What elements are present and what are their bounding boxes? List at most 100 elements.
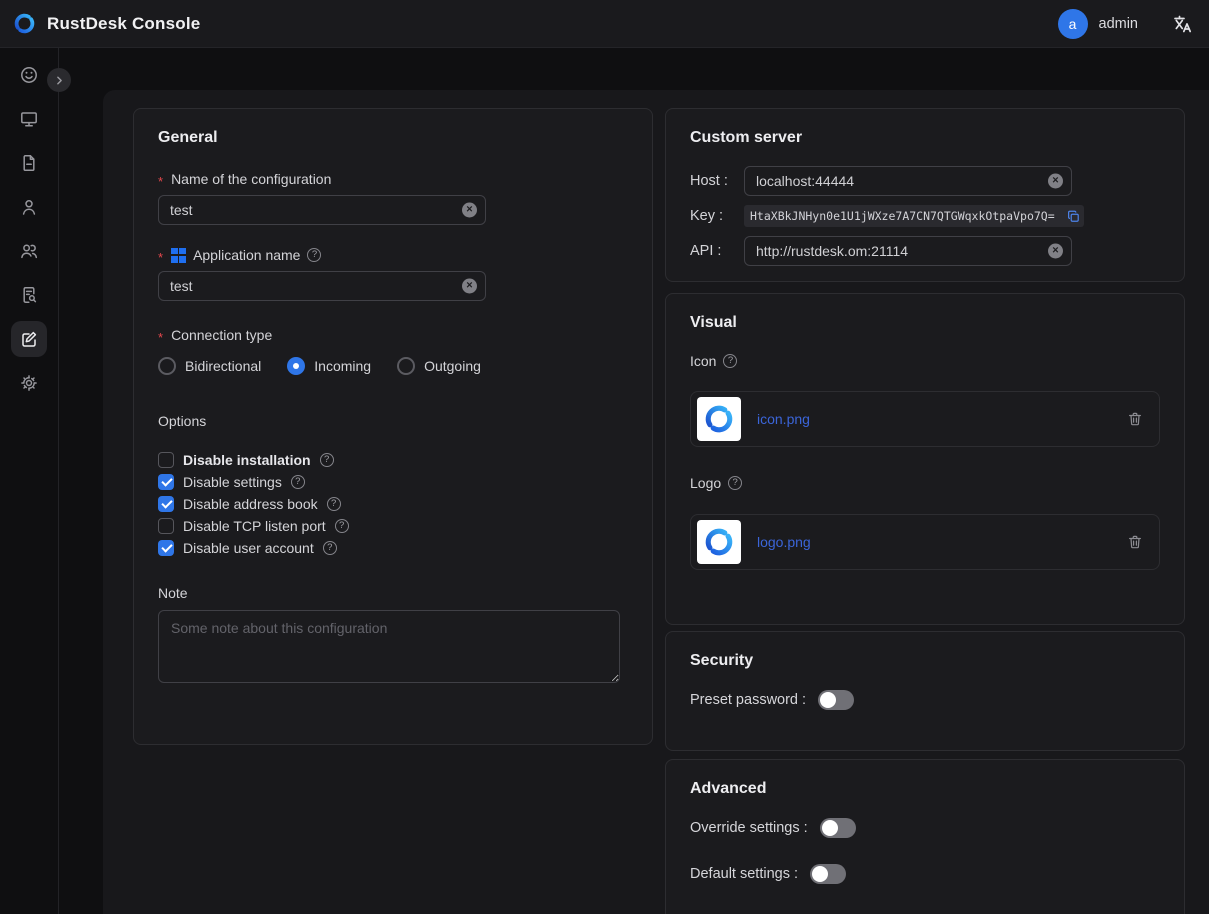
main-panel: General Name of the configuration Applic… — [103, 90, 1209, 914]
visual-card: Visual Icon icon.png Logo — [665, 293, 1185, 625]
clear-icon[interactable] — [462, 279, 477, 294]
option-disable-user-account[interactable]: Disable user account — [158, 537, 628, 559]
sidebar-item-groups[interactable] — [11, 233, 47, 269]
advanced-title: Advanced — [690, 780, 1160, 798]
radio-bidirectional[interactable]: Bidirectional — [158, 357, 261, 375]
trash-icon[interactable] — [1127, 411, 1143, 427]
host-field — [744, 166, 1072, 196]
sidebar-item-documents[interactable] — [11, 145, 47, 181]
trash-icon[interactable] — [1127, 534, 1143, 550]
preset-password-toggle[interactable] — [818, 690, 854, 710]
application-name-input[interactable] — [170, 278, 457, 294]
edit-icon — [19, 329, 39, 349]
checkbox-icon[interactable] — [158, 540, 174, 556]
api-field — [744, 236, 1072, 266]
sidebar-item-settings[interactable] — [11, 365, 47, 401]
topbar: RustDesk Console a admin — [0, 0, 1209, 48]
windows-icon — [171, 248, 186, 263]
override-settings-row: Override settings : — [690, 816, 1160, 840]
help-icon[interactable] — [320, 453, 334, 467]
connection-type-options: Bidirectional Incoming Outgoing — [158, 355, 628, 377]
clear-icon[interactable] — [1048, 174, 1063, 189]
help-icon[interactable] — [723, 354, 737, 368]
checkbox-icon[interactable] — [158, 518, 174, 534]
clear-icon[interactable] — [1048, 244, 1063, 259]
brand: RustDesk Console — [12, 11, 200, 36]
icon-label: Icon — [690, 353, 1160, 369]
general-title: General — [158, 129, 628, 147]
config-name-field — [158, 195, 486, 225]
host-label: Host : — [690, 173, 744, 189]
app-title: RustDesk Console — [47, 14, 200, 34]
logo-file-box: logo.png — [690, 514, 1160, 570]
sidebar-item-audit[interactable] — [11, 277, 47, 313]
radio-incoming[interactable]: Incoming — [287, 357, 371, 375]
checkbox-icon[interactable] — [158, 496, 174, 512]
help-icon[interactable] — [728, 476, 742, 490]
option-disable-installation[interactable]: Disable installation — [158, 449, 628, 471]
avatar[interactable]: a — [1058, 9, 1088, 39]
help-icon[interactable] — [291, 475, 305, 489]
default-settings-row: Default settings : — [690, 862, 1160, 886]
config-name-label: Name of the configuration — [158, 171, 628, 187]
file-search-icon — [19, 285, 39, 305]
host-row: Host : — [690, 166, 1160, 196]
logo-label: Logo — [690, 475, 1160, 491]
application-name-field — [158, 271, 486, 301]
custom-server-card: Custom server Host : Key : HtaXBkJNHyn0e… — [665, 108, 1185, 282]
sidebar — [0, 48, 59, 914]
radio-icon[interactable] — [287, 357, 305, 375]
help-icon[interactable] — [323, 541, 337, 555]
api-input[interactable] — [756, 243, 1043, 259]
user-icon — [19, 197, 39, 217]
option-disable-tcp-listen-port[interactable]: Disable TCP listen port — [158, 515, 628, 537]
preset-password-row: Preset password : — [690, 688, 1160, 712]
general-card: General Name of the configuration Applic… — [133, 108, 653, 745]
translate-icon[interactable] — [1171, 13, 1193, 35]
option-disable-address-book[interactable]: Disable address book — [158, 493, 628, 515]
override-settings-label: Override settings : — [690, 820, 808, 836]
monitor-icon — [19, 109, 39, 129]
host-input[interactable] — [756, 173, 1043, 189]
note-label: Note — [158, 585, 628, 601]
sidebar-item-devices[interactable] — [11, 101, 47, 137]
key-value: HtaXBkJNHyn0e1U1jWXze7A7CN7QTGWqxkOtpaVp… — [750, 209, 1063, 223]
sidebar-collapse-button[interactable] — [47, 68, 71, 92]
help-icon[interactable] — [335, 519, 349, 533]
default-settings-toggle[interactable] — [810, 864, 846, 884]
logo-file-link[interactable]: logo.png — [757, 534, 811, 550]
key-field[interactable]: HtaXBkJNHyn0e1U1jWXze7A7CN7QTGWqxkOtpaVp… — [744, 205, 1084, 227]
icon-preview — [697, 397, 741, 441]
icon-file-box: icon.png — [690, 391, 1160, 447]
radio-icon[interactable] — [397, 357, 415, 375]
key-label: Key : — [690, 208, 744, 224]
key-row: Key : HtaXBkJNHyn0e1U1jWXze7A7CN7QTGWqxk… — [690, 205, 1160, 227]
override-settings-toggle[interactable] — [820, 818, 856, 838]
checkbox-icon[interactable] — [158, 452, 174, 468]
icon-file-link[interactable]: icon.png — [757, 411, 810, 427]
radio-icon[interactable] — [158, 357, 176, 375]
sidebar-item-smile[interactable] — [11, 57, 47, 93]
sidebar-item-custom-client[interactable] — [11, 321, 47, 357]
user-name: admin — [1099, 16, 1139, 32]
application-name-label: Application name — [158, 247, 628, 263]
smile-icon — [19, 65, 39, 85]
option-disable-settings[interactable]: Disable settings — [158, 471, 628, 493]
help-icon[interactable] — [307, 248, 321, 262]
config-name-input[interactable] — [170, 202, 457, 218]
radio-outgoing[interactable]: Outgoing — [397, 357, 481, 375]
security-title: Security — [690, 652, 1160, 670]
copy-icon[interactable] — [1067, 210, 1080, 223]
clear-icon[interactable] — [462, 203, 477, 218]
help-icon[interactable] — [327, 497, 341, 511]
custom-server-title: Custom server — [690, 129, 1160, 147]
connection-type-label: Connection type — [158, 327, 628, 343]
topbar-right: a admin — [1058, 9, 1194, 39]
users-icon — [19, 241, 39, 261]
visual-title: Visual — [690, 314, 1160, 332]
sidebar-item-users[interactable] — [11, 189, 47, 225]
options-label: Options — [158, 413, 628, 429]
file-icon — [19, 153, 39, 173]
note-textarea[interactable] — [158, 610, 620, 683]
checkbox-icon[interactable] — [158, 474, 174, 490]
